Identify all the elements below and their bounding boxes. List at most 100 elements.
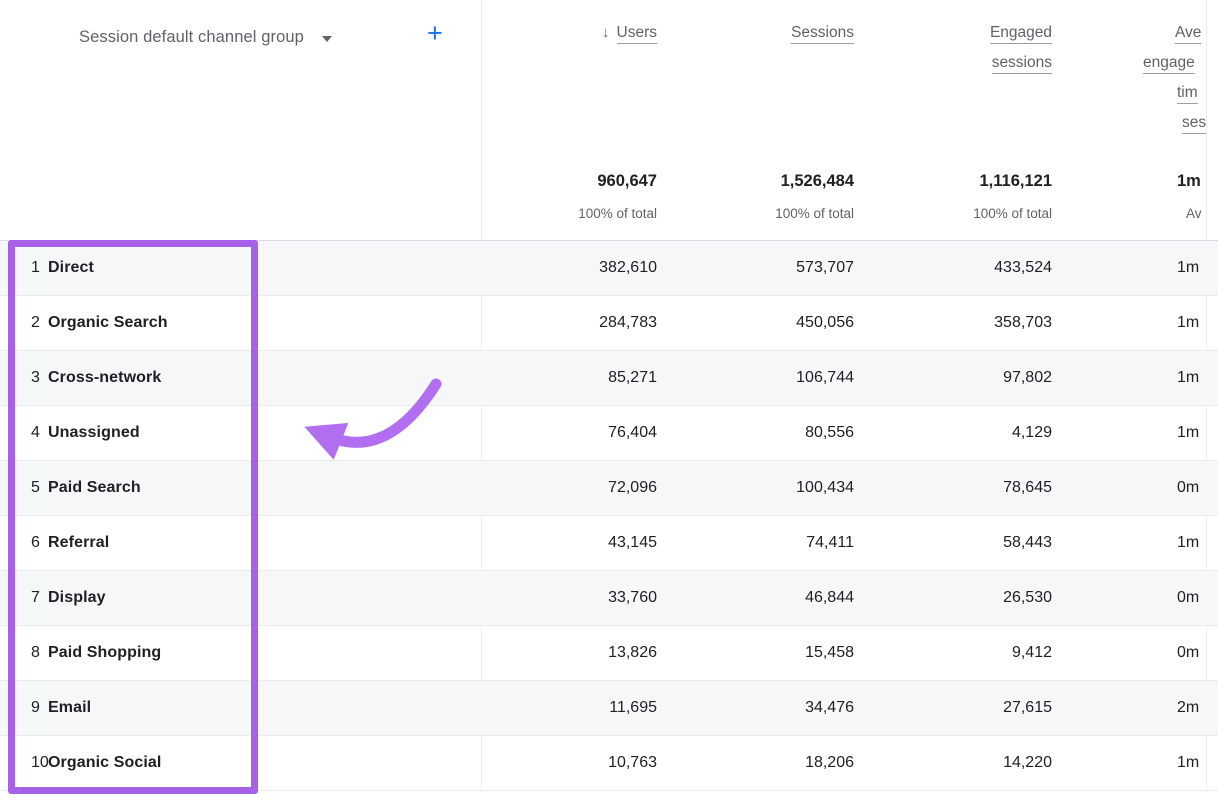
dimension-label: Session default channel group [79, 28, 304, 47]
sort-descending-icon: ↓ [602, 24, 610, 41]
engaged-value: 433,524 [854, 259, 1052, 277]
avg-time-value: 1m [1052, 314, 1218, 332]
sessions-value: 573,707 [657, 259, 854, 277]
users-header-label: Users [617, 24, 657, 44]
dimension-selector[interactable]: Session default channel group [79, 24, 332, 50]
add-dimension-button[interactable]: + [427, 16, 443, 51]
avg-time-value: 0m [1052, 589, 1218, 607]
dimension-cell: 6Referral [0, 534, 481, 552]
engaged-value: 78,645 [854, 479, 1052, 497]
channel-name: Direct [48, 259, 94, 276]
channel-name: Email [48, 699, 91, 716]
column-header-engaged-sessions[interactable]: Engaged [854, 24, 1052, 42]
users-value: 11,695 [481, 699, 657, 717]
users-value: 382,610 [481, 259, 657, 277]
column-header-avg-engagement-time[interactable]: tim [1177, 84, 1198, 102]
column-header-sessions[interactable]: Sessions [657, 24, 854, 42]
engaged-value: 58,443 [854, 534, 1052, 552]
chevron-down-icon [322, 36, 332, 42]
engaged-value: 26,530 [854, 589, 1052, 607]
table-row: 2Organic Search 284,783 450,056 358,703 … [0, 296, 1218, 351]
avg-time-value: 1m [1052, 754, 1218, 772]
row-rank: 4 [0, 424, 48, 442]
avg-time-value: 0m [1052, 479, 1218, 497]
column-header-avg-engagement-time[interactable]: ses [1182, 114, 1206, 132]
users-value: 85,271 [481, 369, 657, 387]
table-row: 8Paid Shopping 13,826 15,458 9,412 0m [0, 626, 1218, 681]
engaged-value: 14,220 [854, 754, 1052, 772]
avg-time-value: 1m [1052, 534, 1218, 552]
users-total-pct: 100% of total [481, 206, 657, 221]
users-value: 76,404 [481, 424, 657, 442]
users-value: 284,783 [481, 314, 657, 332]
avg-time-total-pct: Av [1186, 206, 1218, 221]
dimension-cell: 2Organic Search [0, 314, 481, 332]
column-header-users[interactable]: ↓ Users [481, 24, 657, 42]
users-value: 13,826 [481, 644, 657, 662]
sessions-value: 106,744 [657, 369, 854, 387]
row-rank: 6 [0, 534, 48, 552]
channel-name: Paid Search [48, 479, 141, 496]
row-rank: 5 [0, 479, 48, 497]
row-rank: 3 [0, 369, 48, 387]
dimension-cell: 8Paid Shopping [0, 644, 481, 662]
row-rank: 2 [0, 314, 48, 332]
channel-table: 1Direct 382,610 573,707 433,524 1m 2Orga… [0, 240, 1218, 791]
users-value: 72,096 [481, 479, 657, 497]
engaged-value: 97,802 [854, 369, 1052, 387]
sessions-header-label: Sessions [791, 24, 854, 44]
avg-time-value: 2m [1052, 699, 1218, 717]
row-rank: 1 [0, 259, 48, 277]
users-total: 960,647 [481, 172, 657, 191]
users-value: 10,763 [481, 754, 657, 772]
sessions-value: 450,056 [657, 314, 854, 332]
dimension-cell: 10Organic Social [0, 754, 481, 772]
sessions-value: 80,556 [657, 424, 854, 442]
avg-time-value: 1m [1052, 424, 1218, 442]
engaged-header-line2: sessions [992, 54, 1052, 74]
avg-time-value: 0m [1052, 644, 1218, 662]
sessions-value: 18,206 [657, 754, 854, 772]
table-row: 6Referral 43,145 74,411 58,443 1m [0, 516, 1218, 571]
sessions-value: 100,434 [657, 479, 854, 497]
sessions-total-pct: 100% of total [657, 206, 854, 221]
sessions-value: 34,476 [657, 699, 854, 717]
avg-time-total: 1m [1177, 172, 1218, 191]
column-header-avg-engagement-time[interactable]: engage [1143, 54, 1195, 72]
table-row: 5Paid Search 72,096 100,434 78,645 0m [0, 461, 1218, 516]
column-header-avg-engagement-time[interactable]: Ave [1175, 24, 1201, 42]
column-header-engaged-sessions[interactable]: sessions [854, 54, 1052, 72]
users-value: 43,145 [481, 534, 657, 552]
avg-header-line1: Ave [1175, 24, 1201, 44]
row-rank: 10 [0, 754, 48, 772]
dimension-cell: 3Cross-network [0, 369, 481, 387]
row-rank: 8 [0, 644, 48, 662]
avg-header-line4: ses [1182, 114, 1206, 134]
channel-name: Referral [48, 534, 109, 551]
sessions-value: 46,844 [657, 589, 854, 607]
engaged-header-line1: Engaged [990, 24, 1052, 44]
users-value: 33,760 [481, 589, 657, 607]
engaged-value: 27,615 [854, 699, 1052, 717]
row-rank: 7 [0, 589, 48, 607]
engaged-value: 9,412 [854, 644, 1052, 662]
table-row: 3Cross-network 85,271 106,744 97,802 1m [0, 351, 1218, 406]
table-row: 7Display 33,760 46,844 26,530 0m [0, 571, 1218, 626]
table-row: 1Direct 382,610 573,707 433,524 1m [0, 241, 1218, 296]
dimension-cell: 7Display [0, 589, 481, 607]
table-row: 9Email 11,695 34,476 27,615 2m [0, 681, 1218, 736]
engaged-total-pct: 100% of total [854, 206, 1052, 221]
avg-time-value: 1m [1052, 369, 1218, 387]
channel-name: Display [48, 589, 106, 606]
channel-name: Cross-network [48, 369, 161, 386]
dimension-cell: 1Direct [0, 259, 481, 277]
table-row: 10Organic Social 10,763 18,206 14,220 1m [0, 736, 1218, 791]
engaged-value: 358,703 [854, 314, 1052, 332]
sessions-total: 1,526,484 [657, 172, 854, 191]
table-row: 4Unassigned 76,404 80,556 4,129 1m [0, 406, 1218, 461]
engaged-total: 1,116,121 [854, 172, 1052, 191]
avg-time-value: 1m [1052, 259, 1218, 277]
dimension-cell: 9Email [0, 699, 481, 717]
channel-name: Organic Social [48, 754, 161, 771]
channel-name: Paid Shopping [48, 644, 161, 661]
